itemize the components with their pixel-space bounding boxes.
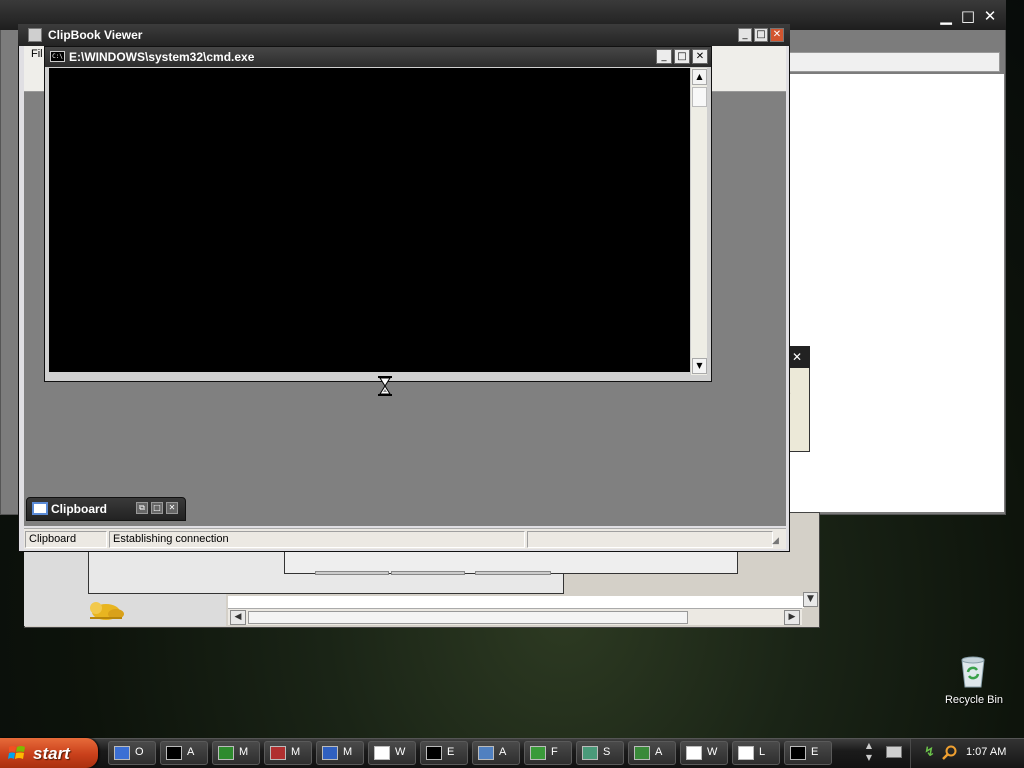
mail-icon xyxy=(478,746,494,760)
keyboard-icon[interactable] xyxy=(886,746,902,758)
taskbar-button[interactable]: A xyxy=(160,741,208,765)
taskbar-button[interactable]: A xyxy=(472,741,520,765)
maximize-icon[interactable]: □ xyxy=(754,28,768,42)
cmd-vertical-scrollbar[interactable]: ▲ ▼ xyxy=(690,68,707,375)
tool-icon xyxy=(530,746,546,760)
status-cell-empty xyxy=(527,531,773,548)
cmd-icon xyxy=(166,746,182,760)
network-tray-icon[interactable]: ↯ xyxy=(924,745,940,761)
taskbar-clock[interactable]: 1:07 AM xyxy=(966,746,1006,758)
taskbar-button-label: O xyxy=(135,746,144,758)
dialog-tab[interactable] xyxy=(391,571,465,575)
window-icon xyxy=(738,746,754,760)
background-explorer-content xyxy=(228,596,804,608)
scroll-thumb[interactable] xyxy=(692,87,707,107)
dialog-tab[interactable] xyxy=(315,571,389,575)
taskbar-button-label: M xyxy=(343,746,353,758)
app-icon xyxy=(270,746,286,760)
taskbar-button[interactable]: S xyxy=(576,741,624,765)
taskbar-button-label: L xyxy=(759,746,766,758)
scroll-thumb[interactable] xyxy=(248,611,688,624)
taskbar-button[interactable]: E xyxy=(420,741,468,765)
taskbar-button-label: F xyxy=(551,746,558,758)
dialog-tab[interactable] xyxy=(475,571,551,575)
horizontal-scrollbar[interactable]: ◀ ▶ xyxy=(228,608,802,625)
services-icon xyxy=(582,746,598,760)
taskbar-scroll-arrows[interactable]: ▲ ▼ xyxy=(862,740,876,766)
windows-flag-icon xyxy=(8,746,25,759)
clipboard-icon xyxy=(32,502,48,515)
taskbar-button[interactable]: M xyxy=(316,741,364,765)
status-cell-view: Clipboard xyxy=(25,531,107,548)
cmd-icon[interactable]: C:\ xyxy=(50,51,65,62)
keyboard-icon xyxy=(114,746,130,760)
restore-icon[interactable]: ⧉ xyxy=(136,502,148,514)
taskbar-button-label: M xyxy=(239,746,249,758)
scroll-right-button[interactable]: ▶ xyxy=(784,610,800,625)
taskbar-button[interactable]: W xyxy=(368,741,416,765)
taskbar-button-label: W xyxy=(395,746,406,758)
taskbar-button-label: A xyxy=(499,746,507,758)
maximize-icon[interactable]: □ xyxy=(674,49,690,64)
network-icon xyxy=(322,746,338,760)
window-icon xyxy=(374,746,390,760)
clipbook-title: ClipBook Viewer xyxy=(48,28,143,42)
taskbar-button[interactable]: M xyxy=(264,741,312,765)
cmd-icon xyxy=(790,746,806,760)
close-icon[interactable]: ✕ xyxy=(980,6,1000,26)
start-label: start xyxy=(33,744,70,763)
recycle-bin-label[interactable]: Recycle Bin xyxy=(944,694,1004,706)
taskbar-button[interactable]: M xyxy=(212,741,260,765)
maximize-icon[interactable]: □ xyxy=(151,502,163,514)
search-icon[interactable] xyxy=(942,745,958,761)
minimize-icon[interactable]: ▁ xyxy=(936,6,956,26)
taskbar-button-label: S xyxy=(603,746,611,758)
clipbook-app-icon[interactable] xyxy=(28,28,42,42)
menu-file[interactable]: Fil xyxy=(31,48,43,60)
clipboard-mini-title: Clipboard xyxy=(51,502,107,516)
cmd-icon xyxy=(426,746,442,760)
mascot-image xyxy=(90,602,124,620)
taskbar-button[interactable]: A xyxy=(628,741,676,765)
resize-grip-icon[interactable]: ◢ xyxy=(772,535,784,547)
grid-icon xyxy=(218,746,234,760)
console-output[interactable] xyxy=(49,68,690,372)
taskbar-button-label: W xyxy=(707,746,718,758)
close-icon[interactable]: ✕ xyxy=(789,349,805,365)
recycle-bin-icon[interactable] xyxy=(958,656,988,688)
admin-icon xyxy=(634,746,650,760)
status-cell-message: Establishing connection xyxy=(109,531,525,548)
background-window-controls: ▁ □ ✕ xyxy=(934,6,1004,26)
taskbar-button-label: E xyxy=(811,746,819,758)
scroll-down-button[interactable]: ▼ xyxy=(803,592,818,607)
maximize-icon[interactable]: □ xyxy=(958,6,978,26)
close-icon[interactable]: ✕ xyxy=(692,49,708,64)
background-window-toolbar xyxy=(788,52,1000,72)
taskbar-button[interactable]: W xyxy=(680,741,728,765)
taskbar-button[interactable]: O xyxy=(108,741,156,765)
close-icon[interactable]: ✕ xyxy=(166,502,178,514)
window-icon xyxy=(686,746,702,760)
background-window-content xyxy=(788,74,1004,512)
taskbar-button[interactable]: E xyxy=(784,741,832,765)
close-icon[interactable]: ✕ xyxy=(770,28,784,42)
taskbar-button-label: E xyxy=(447,746,455,758)
scroll-up-button[interactable]: ▲ xyxy=(692,69,707,85)
scroll-left-button[interactable]: ◀ xyxy=(230,610,246,625)
clipbook-statusbar: Clipboard Establishing connection ◢ xyxy=(24,528,786,549)
scroll-down-button[interactable]: ▼ xyxy=(692,358,707,374)
taskbar-button-label: M xyxy=(291,746,301,758)
cmd-title: E:\WINDOWS\system32\cmd.exe xyxy=(69,50,255,64)
taskbar-button[interactable]: F xyxy=(524,741,572,765)
minimize-icon[interactable]: _ xyxy=(656,49,672,64)
taskbar-button-label: A xyxy=(655,746,663,758)
taskbar-button[interactable]: L xyxy=(732,741,780,765)
taskbar-button-label: A xyxy=(187,746,195,758)
minimize-icon[interactable]: _ xyxy=(738,28,752,42)
hourglass-cursor-icon xyxy=(378,376,392,396)
